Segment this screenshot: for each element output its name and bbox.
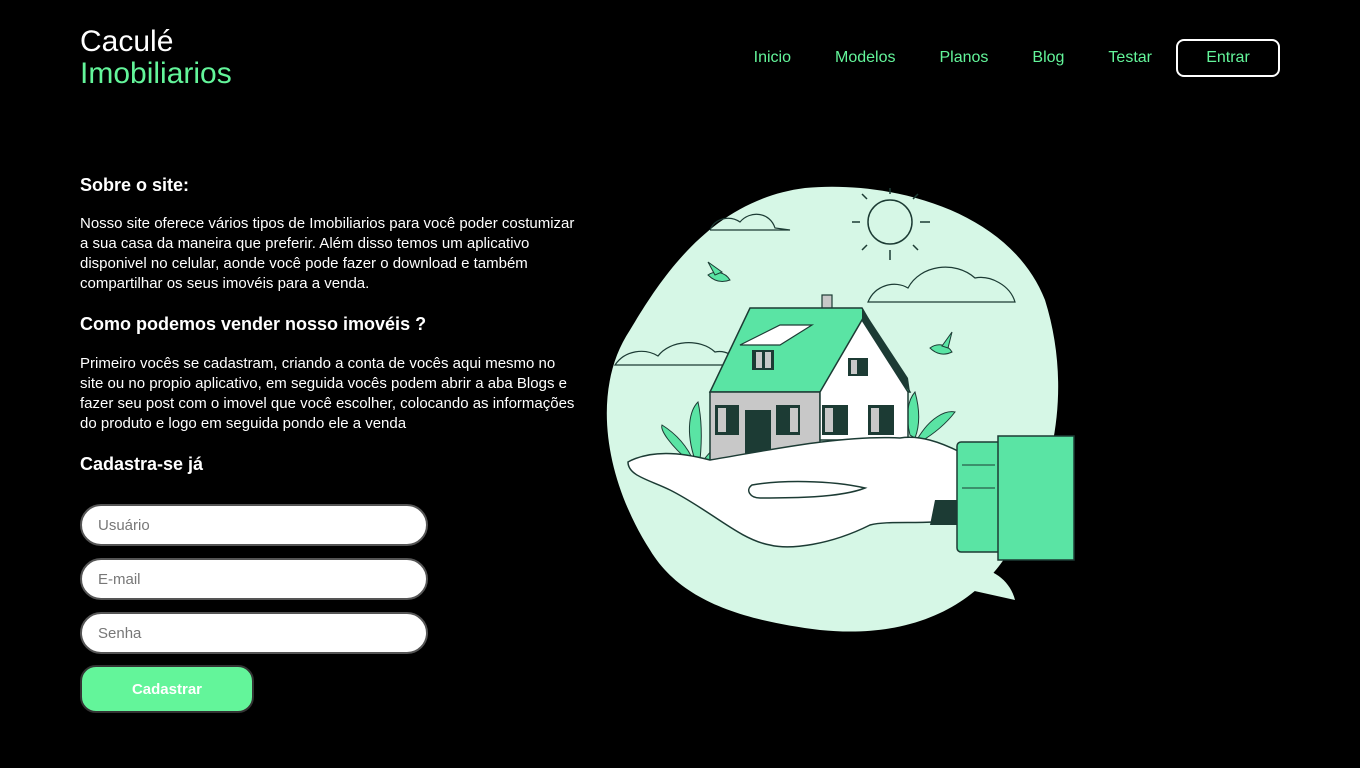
email-input[interactable] [80,558,428,600]
nav-modelos[interactable]: Modelos [835,49,895,67]
main-nav: Inicio Modelos Planos Blog Testar Entrar [754,39,1280,77]
brand-name: Caculé [80,25,174,58]
nav-testar[interactable]: Testar [1108,49,1152,67]
brand-subtitle: Imobiliarios [80,57,232,90]
about-heading: Sobre o site: [80,175,190,195]
signup-heading: Cadastra-se já [80,454,204,474]
brand-logo[interactable]: Caculé Imobiliarios [80,26,232,90]
login-button[interactable]: Entrar [1176,39,1280,77]
about-text: Nosso site oferece vários tipos de Imobi… [80,215,575,292]
nav-inicio[interactable]: Inicio [754,49,791,67]
house-in-hand-illustration [606,186,1075,632]
signup-button[interactable]: Cadastrar [80,665,254,713]
howto-heading: Como podemos vender nosso imovéis ? [80,314,427,334]
password-input[interactable] [80,612,428,654]
howto-text: Primeiro vocês se cadastram, criando a c… [80,355,575,432]
nav-blog[interactable]: Blog [1032,49,1064,67]
username-input[interactable] [80,504,428,546]
nav-planos[interactable]: Planos [939,49,988,67]
blob-tail [970,569,1015,600]
